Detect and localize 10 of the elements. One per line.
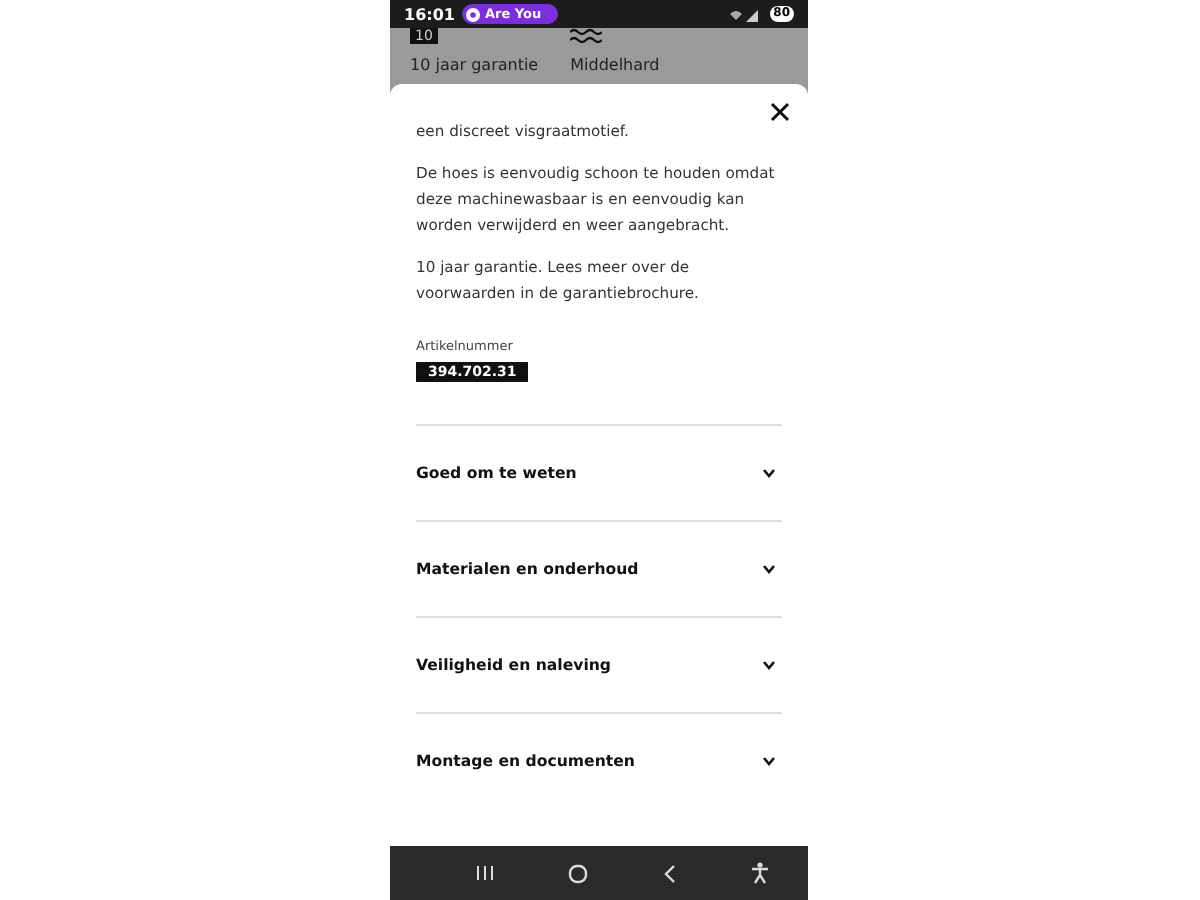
recent-apps-button[interactable] <box>475 864 494 882</box>
music-icon <box>466 7 481 21</box>
close-button[interactable] <box>770 102 790 122</box>
back-button[interactable] <box>663 863 676 883</box>
clock: 16:01 <box>404 5 455 23</box>
home-button[interactable] <box>568 863 589 883</box>
signal-icon <box>729 7 758 21</box>
feature-label: Middelhard <box>570 56 660 74</box>
accessibility-button[interactable] <box>750 862 771 884</box>
feature-label: 10 jaar garantie <box>410 56 539 74</box>
